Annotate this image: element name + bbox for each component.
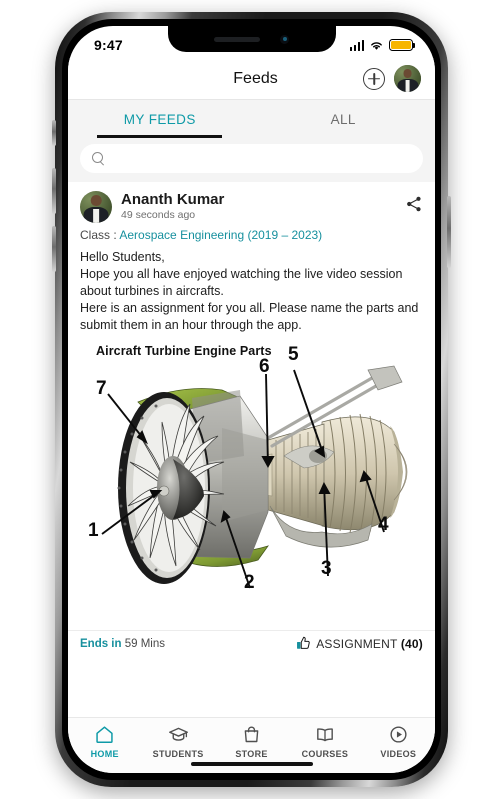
tab-my-feeds[interactable]: MY FEEDS	[68, 100, 252, 138]
thumbs-up-icon[interactable]	[296, 636, 311, 651]
diagram-title: Aircraft Turbine Engine Parts	[96, 344, 272, 358]
status-time: 9:47	[94, 37, 123, 53]
search-section	[68, 138, 435, 182]
graduation-cap-icon	[168, 727, 188, 741]
post-body: Hello Students, Hope you all have enjoye…	[80, 250, 419, 332]
author-name: Ananth Kumar	[121, 191, 225, 208]
callout-5: 5	[288, 344, 299, 365]
profile-avatar[interactable]	[394, 65, 421, 92]
nav-item-courses[interactable]: COURSES	[288, 724, 361, 759]
play-circle-icon	[390, 726, 407, 743]
assignment-count: (40)	[400, 636, 423, 651]
silent-switch[interactable]	[52, 120, 56, 146]
shopping-bag-icon	[244, 726, 259, 743]
callout-3: 3	[321, 558, 332, 579]
assignment-label: ASSIGNMENT	[316, 636, 398, 651]
author-meta: Ananth Kumar 49 seconds ago	[121, 191, 405, 221]
post-class-line: Class : Aerospace Engineering (2019 – 20…	[68, 223, 435, 242]
callout-2: 2	[244, 572, 255, 593]
nav-label-students: STUDENTS	[152, 749, 204, 759]
nav-label-store: STORE	[235, 749, 268, 759]
open-book-icon	[317, 728, 333, 742]
share-icon[interactable]	[405, 195, 423, 213]
class-label: Class :	[80, 228, 117, 242]
post-header: Ananth Kumar 49 seconds ago	[68, 182, 435, 223]
volume-down-button[interactable]	[52, 226, 56, 272]
search-bar[interactable]	[80, 144, 423, 173]
ends-in-status: Ends in 59 Mins	[80, 638, 165, 650]
nav-item-videos[interactable]: VIDEOS	[362, 724, 435, 759]
phone-screen: 9:47 Feeds MY FEEDS ALL Ananth Kumar 49 …	[68, 26, 435, 773]
assignment-image[interactable]: Aircraft Turbine Engine Parts 7 1 2 3 4 …	[72, 344, 431, 612]
ends-in-value: 59 Mins	[124, 637, 166, 650]
feed-tabs: MY FEEDS ALL	[68, 100, 435, 138]
app-header: Feeds	[68, 58, 435, 100]
speaker-grille-icon	[214, 36, 260, 42]
nav-label-home: HOME	[90, 749, 119, 759]
nav-item-students[interactable]: STUDENTS	[141, 724, 214, 759]
battery-icon	[389, 39, 416, 51]
home-indicator[interactable]	[190, 761, 313, 766]
home-icon	[96, 726, 113, 744]
class-link[interactable]: Aerospace Engineering (2019 – 2023)	[119, 228, 322, 242]
front-camera-icon	[280, 34, 289, 44]
assignment-text: ASSIGNMENT (40)	[316, 637, 423, 651]
search-input[interactable]	[112, 151, 411, 166]
tab-all[interactable]: ALL	[252, 100, 436, 138]
callout-4: 4	[378, 514, 389, 535]
nav-item-home[interactable]: HOME	[68, 724, 141, 759]
cellular-signal-icon	[349, 39, 364, 51]
volume-up-button[interactable]	[52, 168, 56, 214]
power-button[interactable]	[447, 196, 451, 268]
callout-1: 1	[88, 520, 99, 541]
page-title: Feeds	[233, 69, 278, 87]
callout-7: 7	[96, 378, 107, 399]
callout-6: 6	[259, 356, 270, 377]
header-actions	[363, 65, 421, 92]
assignment-badge[interactable]: ASSIGNMENT (40)	[296, 636, 423, 651]
search-icon	[92, 152, 105, 165]
nav-item-store[interactable]: STORE	[215, 724, 288, 759]
ends-in-label: Ends in	[80, 637, 122, 650]
wifi-icon	[371, 41, 382, 50]
post-footer: Ends in 59 Mins ASSIGNMENT (40)	[68, 630, 435, 656]
feed-list[interactable]: Ananth Kumar 49 seconds ago Class : Aero…	[68, 182, 435, 630]
device-notch	[167, 26, 336, 52]
plus-circle-icon[interactable]	[363, 67, 385, 90]
nav-label-courses: COURSES	[301, 749, 349, 759]
nav-label-videos: VIDEOS	[380, 749, 417, 759]
post-timestamp: 49 seconds ago	[121, 209, 196, 221]
status-icons	[349, 39, 416, 51]
avatar[interactable]	[80, 191, 112, 223]
